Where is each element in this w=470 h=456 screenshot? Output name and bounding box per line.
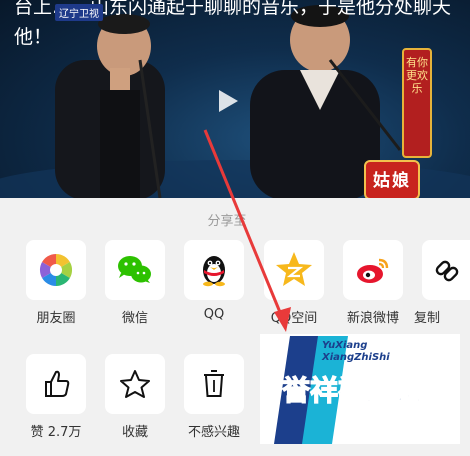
- stage-banner-vertical: 有你更欢乐: [402, 48, 432, 158]
- stage-banner-text: 有你更欢乐: [406, 56, 428, 95]
- thumbs-up-icon: [45, 370, 70, 397]
- star-icon: [120, 370, 150, 398]
- share-qq-button[interactable]: [184, 240, 244, 300]
- favorite-button[interactable]: [105, 354, 165, 414]
- wechat-icon: [118, 256, 151, 283]
- weibo-icon: [357, 258, 389, 283]
- share-qzone-button[interactable]: [264, 240, 324, 300]
- trash-icon: [204, 370, 224, 397]
- not-interested-button[interactable]: [184, 354, 244, 414]
- like-button[interactable]: [26, 354, 86, 414]
- play-icon[interactable]: [212, 86, 242, 116]
- link-icon: [435, 260, 459, 282]
- watermark-latin-1: YuXiang: [322, 340, 367, 351]
- favorite-label: 收藏: [121, 425, 148, 440]
- watermark-latin-2: XiangZhiShi: [321, 352, 390, 363]
- share-qzone-label: QQ空间: [270, 311, 318, 326]
- share-sheet-title: 分享至: [207, 214, 247, 229]
- watermark-graphic: YuXiang XiangZhiShi 誉祥祥知识: [274, 336, 423, 444]
- share-copy-link-label: 复制: [414, 311, 441, 326]
- share-wechat-label: 微信: [121, 311, 148, 326]
- moments-aperture-icon: [39, 253, 73, 287]
- share-copy-link-button[interactable]: [422, 240, 470, 300]
- qq-penguin-icon: [203, 256, 225, 287]
- share-moments-button[interactable]: [26, 240, 86, 300]
- like-count-label: 赞 2.7万: [30, 425, 82, 440]
- share-moments-label: 朋友圈: [36, 311, 76, 326]
- share-qq-label: QQ: [203, 307, 225, 322]
- qzone-star-icon: [276, 252, 312, 286]
- share-weibo-button[interactable]: [343, 240, 403, 300]
- not-interested-label: 不感兴趣: [187, 425, 240, 440]
- stage-banner-sign: 姑娘: [364, 160, 420, 198]
- share-weibo-label: 新浪微博: [346, 311, 399, 326]
- watermark-chinese: 誉祥祥知识: [282, 374, 422, 407]
- channel-logo: 辽宁卫视: [55, 4, 103, 21]
- video-player[interactable]: 台上……山东闪通起于聊聊的音乐，于是他分处聊天他！ 辽宁卫视 有你更欢乐 姑娘: [0, 0, 470, 198]
- watermark-logo: YuXiang XiangZhiShi 誉祥祥知识: [260, 334, 460, 444]
- share-wechat-button[interactable]: [105, 240, 165, 300]
